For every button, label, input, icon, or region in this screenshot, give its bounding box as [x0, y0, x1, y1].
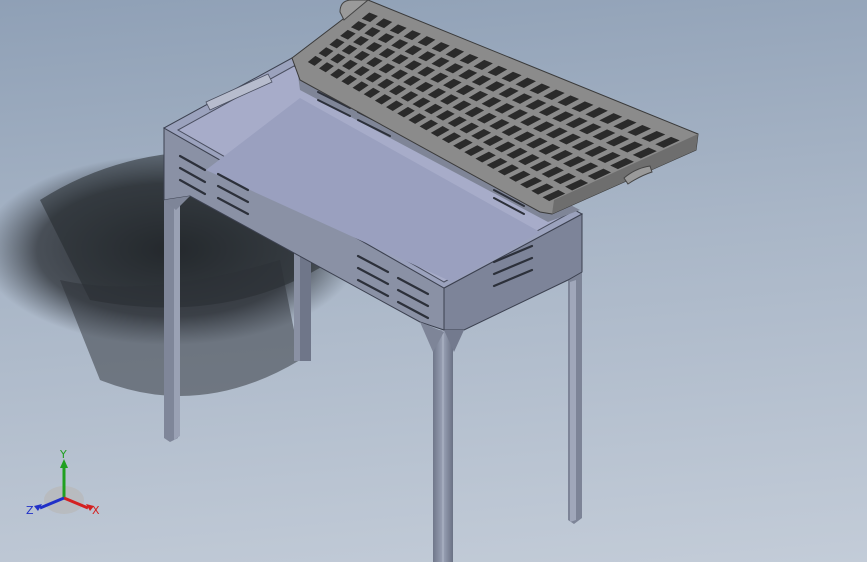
leg-right[interactable] [568, 272, 582, 524]
triad-x-label: X [92, 504, 100, 517]
leg-front-center[interactable] [433, 330, 453, 562]
cad-viewport[interactable] [0, 0, 867, 562]
triad-y-label: Y [59, 448, 67, 461]
triad-z-label: Z [26, 504, 34, 517]
orientation-triad: Y X Z [26, 448, 100, 517]
leg-back-left[interactable] [294, 253, 311, 361]
